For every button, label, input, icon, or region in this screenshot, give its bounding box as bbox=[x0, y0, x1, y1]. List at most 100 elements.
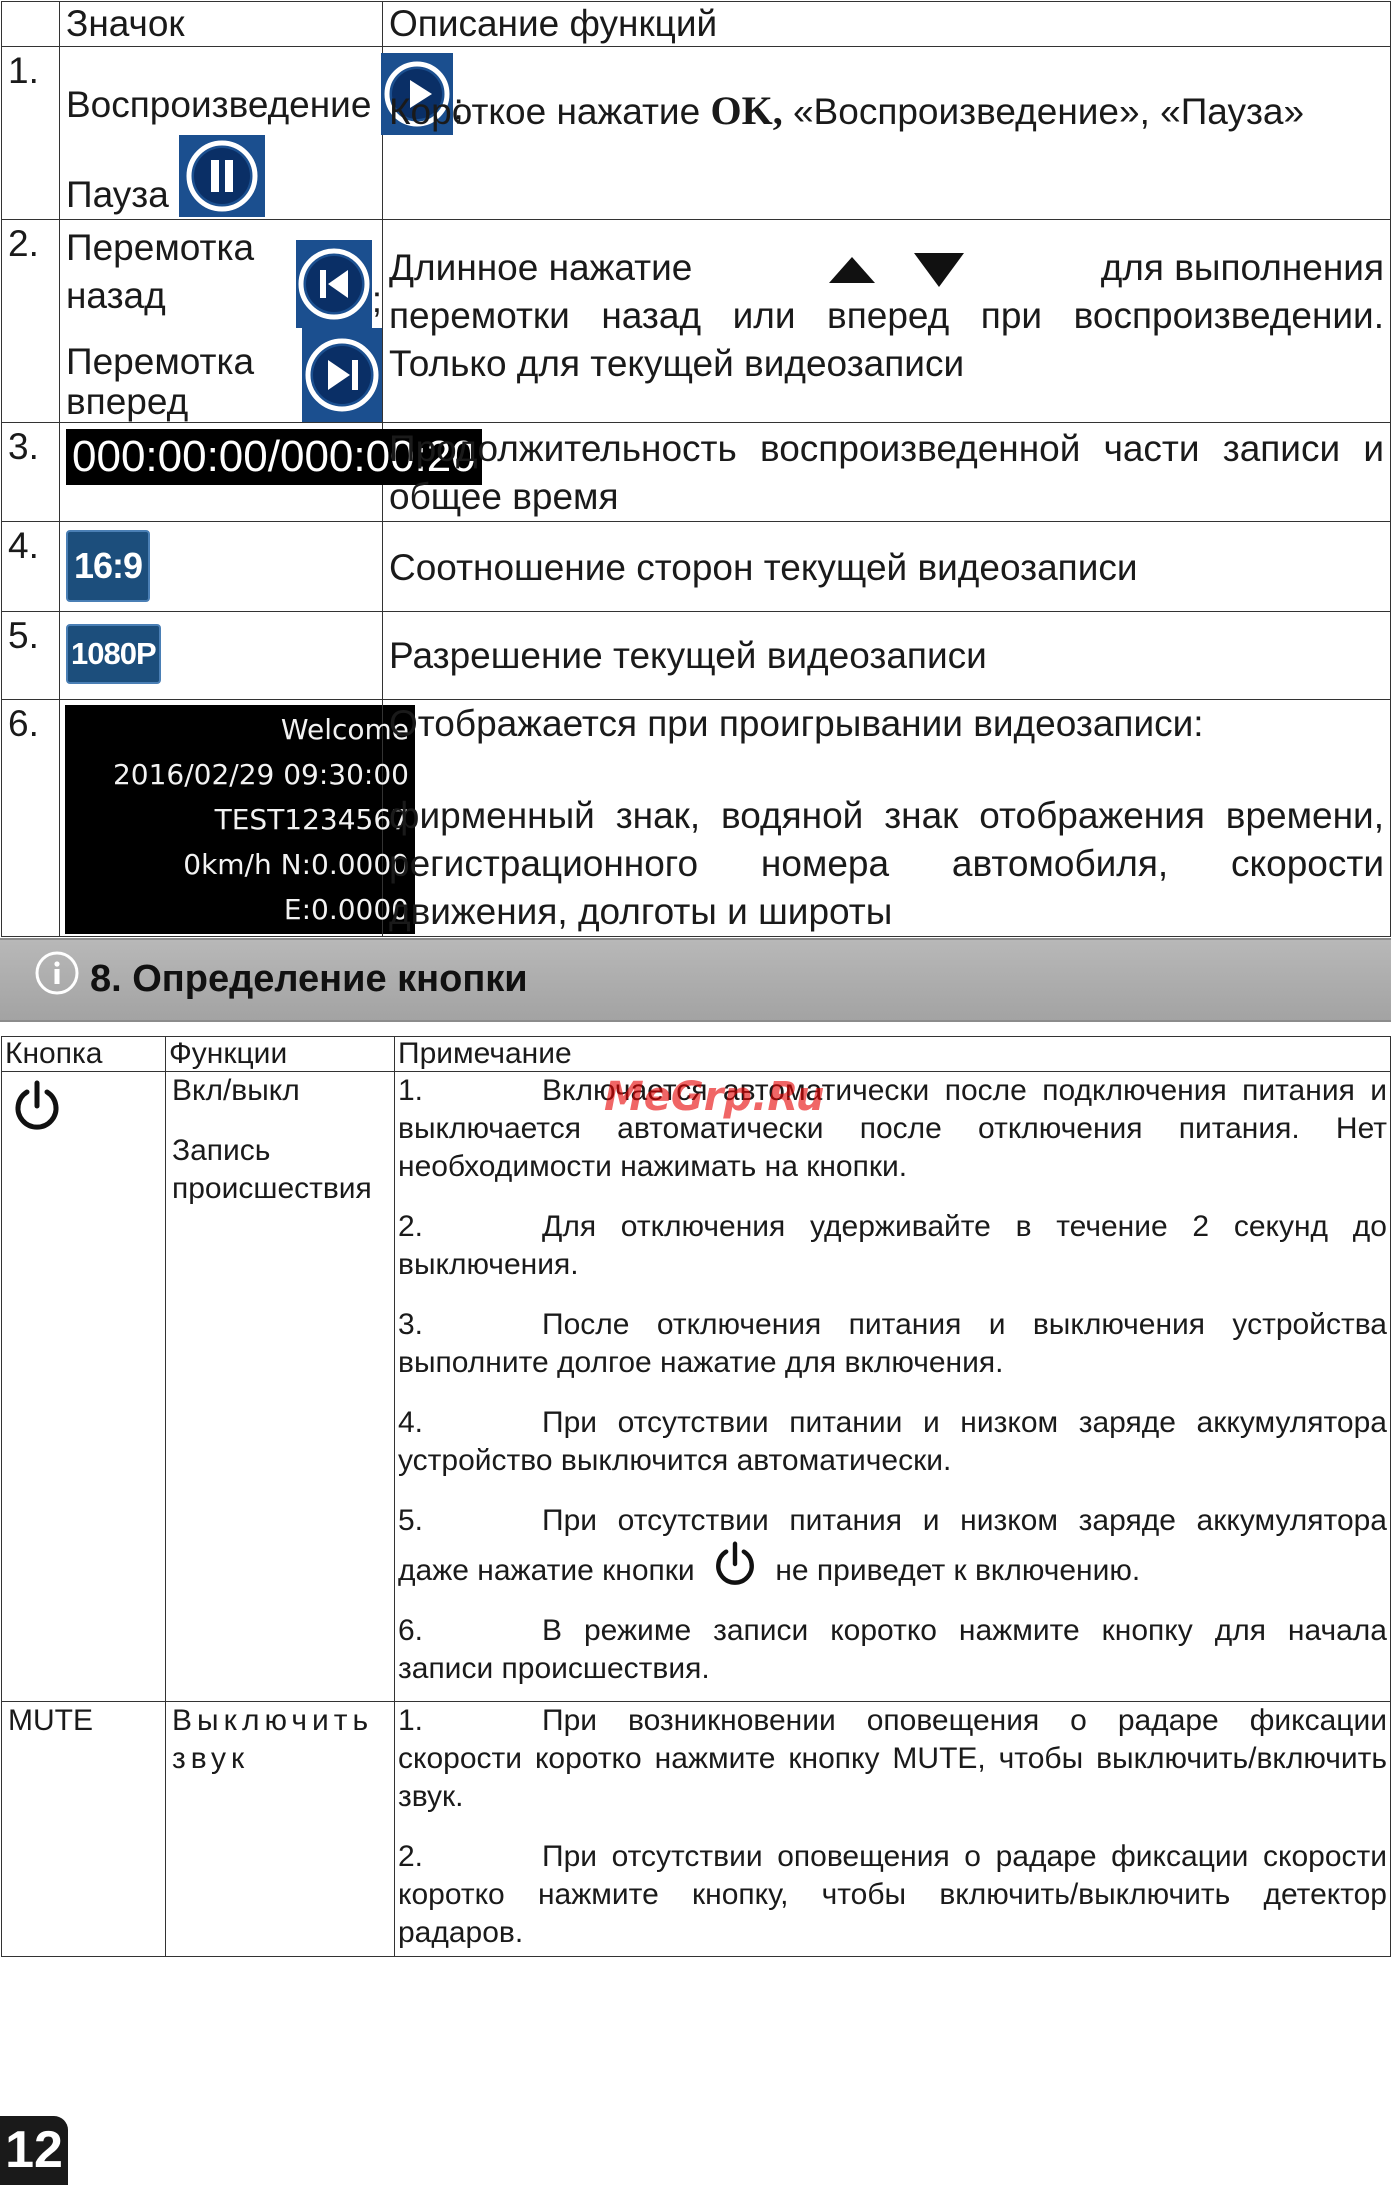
description-cell: Продолжительность воспроизведенной части… bbox=[382, 422, 1391, 522]
button-cell: MUTE bbox=[1, 1701, 166, 1957]
table-row: MUTE Выключить звук 1. При возникновении … bbox=[1, 1701, 1391, 1957]
desc-text: Короткое нажатие bbox=[389, 91, 711, 132]
osd-line: Welcome bbox=[280, 713, 409, 746]
icon-cell: Воспроизведение ; Пауза bbox=[59, 46, 464, 220]
row-number: 1. bbox=[1, 46, 60, 220]
table-row: 3. 000:00:00/000:00:20 Продолжительность… bbox=[1, 422, 1391, 522]
down-arrow-icon bbox=[913, 253, 964, 288]
note-number: 2. bbox=[398, 1210, 424, 1243]
note-number: 4. bbox=[398, 1406, 424, 1439]
icon-cell: 000:00:00/000:00:20 bbox=[59, 422, 482, 522]
description-cell: Отображается при проигрывании видеозапис… bbox=[382, 699, 1391, 937]
osd-line: 0km/h N:0.0000 E:0.0000 bbox=[183, 848, 409, 926]
pause-icon bbox=[178, 135, 265, 217]
note-text: не приведет к включению. bbox=[775, 1554, 1141, 1587]
button-cell bbox=[1, 1071, 166, 1702]
header-cell: Примечание bbox=[394, 1036, 1391, 1072]
video-overlay-preview: Welcome 2016/02/29 09:30:00 TEST1234567 … bbox=[65, 705, 415, 934]
note-text: Для отключения удерживайте в течение 2 с… bbox=[398, 1210, 1387, 1281]
pause-label: Пауза bbox=[66, 174, 169, 215]
resolution-badge: 1080P bbox=[66, 624, 161, 684]
power-icon bbox=[15, 1080, 59, 1130]
skip-back-icon bbox=[295, 240, 372, 328]
page-number: 12 bbox=[0, 2116, 68, 2185]
note-item: 1. При возникновении оповещения о радаре … bbox=[398, 1702, 1387, 1816]
separator: ; bbox=[371, 279, 382, 320]
note-number: 1. bbox=[398, 1704, 424, 1737]
desc-text: Длинное нажатие bbox=[389, 247, 693, 288]
desc-text: Отображается при проигрывании видеозапис… bbox=[389, 703, 1204, 744]
icon-table: Значок Описание функций 1. Воспроизведен… bbox=[1, 1, 1391, 937]
desc-text: для выполнения bbox=[1100, 247, 1384, 288]
note-number: 3. bbox=[398, 1308, 424, 1341]
description-cell: Длинное нажатие для выполнения перемотки… bbox=[382, 219, 1391, 423]
table-row: 4. 16:9 Соотношение сторон текущей видео… bbox=[1, 521, 1391, 612]
header-cell: Кнопка bbox=[1, 1036, 166, 1072]
row-number: 5. bbox=[1, 611, 60, 700]
skip-forward-icon bbox=[302, 328, 382, 422]
ok-key-label: OK, bbox=[710, 88, 783, 133]
osd-line: 2016/02/29 09:30:00 bbox=[112, 758, 409, 791]
notes-cell: 1. Включается автоматически после подключ… bbox=[394, 1071, 1391, 1702]
aspect-ratio-badge: 16:9 bbox=[66, 530, 151, 602]
note-item: 3. После отключения питания и выключения … bbox=[398, 1306, 1387, 1382]
row-number: 4. bbox=[1, 521, 60, 612]
description-cell: Разрешение текущей видеозаписи bbox=[382, 611, 1391, 700]
section-title: 8. Определение кнопки bbox=[90, 958, 528, 1000]
forward-label: Перемотка вперед bbox=[66, 341, 255, 422]
description-cell: Короткое нажатие OK, «Воспроизведение», … bbox=[382, 46, 1391, 220]
note-number: 5. bbox=[398, 1504, 424, 1537]
table-row: 1. Воспроизведение ; Пауза Короткое нажа… bbox=[1, 46, 1391, 220]
rewind-label: Перемотка назад bbox=[66, 227, 255, 316]
row-number: 2. bbox=[1, 219, 60, 423]
functions-cell: Выключить звук bbox=[165, 1701, 395, 1957]
power-icon bbox=[716, 1541, 754, 1585]
note-item: 2. При отсутствии оповещения о радаре фик… bbox=[398, 1838, 1387, 1952]
icon-cell: Перемотка назад ; Перемотка вперед bbox=[59, 219, 383, 423]
icon-table-header: Значок Описание функций bbox=[1, 1, 1391, 47]
note-item: 5. При отсутствии питания и низком заряде… bbox=[398, 1502, 1387, 1590]
header-cell bbox=[1, 1, 60, 47]
icon-cell: 16:9 bbox=[59, 521, 383, 612]
function-text: Вкл/выкл bbox=[172, 1074, 300, 1107]
desc-text: фирменный знак, водяной знак отображения… bbox=[389, 795, 1384, 932]
note-text: После отключения питания и выключения ус… bbox=[398, 1308, 1387, 1379]
table-row: 5. 1080P Разрешение текущей видеозаписи bbox=[1, 611, 1391, 700]
arrow-keys bbox=[815, 244, 977, 292]
note-item: 2. Для отключения удерживайте в течение 2… bbox=[398, 1208, 1387, 1284]
table-row: 6. Welcome 2016/02/29 09:30:00 TEST12345… bbox=[1, 699, 1391, 937]
osd-line: TEST1234567 bbox=[214, 803, 409, 836]
button-table: Кнопка Функции Примечание Вкл/выкл Запис… bbox=[1, 1036, 1391, 1957]
header-cell: Функции bbox=[165, 1036, 395, 1072]
row-number: 3. bbox=[1, 422, 60, 522]
play-label: Воспроизведение bbox=[66, 84, 372, 125]
note-number: 2. bbox=[398, 1840, 424, 1873]
note-item: 4. При отсутствии питании и низком заряде… bbox=[398, 1404, 1387, 1480]
desc-text: перемотки назад или вперед при воспроизв… bbox=[389, 295, 1384, 384]
icon-cell: 1080P bbox=[59, 611, 383, 700]
icon-cell: Welcome 2016/02/29 09:30:00 TEST1234567 … bbox=[59, 699, 415, 937]
function-text: Запись происшествия bbox=[172, 1134, 372, 1205]
note-number: 1. bbox=[398, 1074, 424, 1107]
row-number: 6. bbox=[1, 699, 60, 937]
note-text: Включается автоматически после подключен… bbox=[398, 1074, 1387, 1183]
header-cell: Описание функций bbox=[382, 1, 1391, 47]
section-header: 8. Определение кнопки bbox=[0, 938, 1391, 1022]
note-number: 6. bbox=[398, 1614, 424, 1647]
button-table-header: Кнопка Функции Примечание bbox=[1, 1036, 1391, 1072]
header-cell: Значок bbox=[59, 1, 383, 47]
note-text: При отсутствии питании и низком заряде а… bbox=[398, 1406, 1387, 1477]
info-icon bbox=[35, 951, 79, 995]
up-arrow-icon bbox=[829, 257, 876, 284]
desc-text: «Воспроизведение», «Пауза» bbox=[782, 91, 1305, 132]
note-item: 6. В режиме записи коротко нажмите кнопку… bbox=[398, 1612, 1387, 1688]
notes-cell: 1. При возникновении оповещения о радаре … bbox=[394, 1701, 1391, 1957]
note-text: При возникновении оповещения о радаре фи… bbox=[398, 1704, 1387, 1813]
description-cell: Соотношение сторон текущей видеозаписи bbox=[382, 521, 1391, 612]
table-row: Вкл/выкл Запись происшествия 1. Включаетс… bbox=[1, 1071, 1391, 1702]
note-item: 1. Включается автоматически после подключ… bbox=[398, 1072, 1387, 1186]
table-row: 2. Перемотка назад ; Перемотка вперед Дл… bbox=[1, 219, 1391, 423]
note-text: При отсутствии оповещения о радаре фикса… bbox=[398, 1840, 1387, 1949]
note-text: В режиме записи коротко нажмите кнопку д… bbox=[398, 1614, 1387, 1685]
functions-cell: Вкл/выкл Запись происшествия bbox=[165, 1071, 395, 1702]
